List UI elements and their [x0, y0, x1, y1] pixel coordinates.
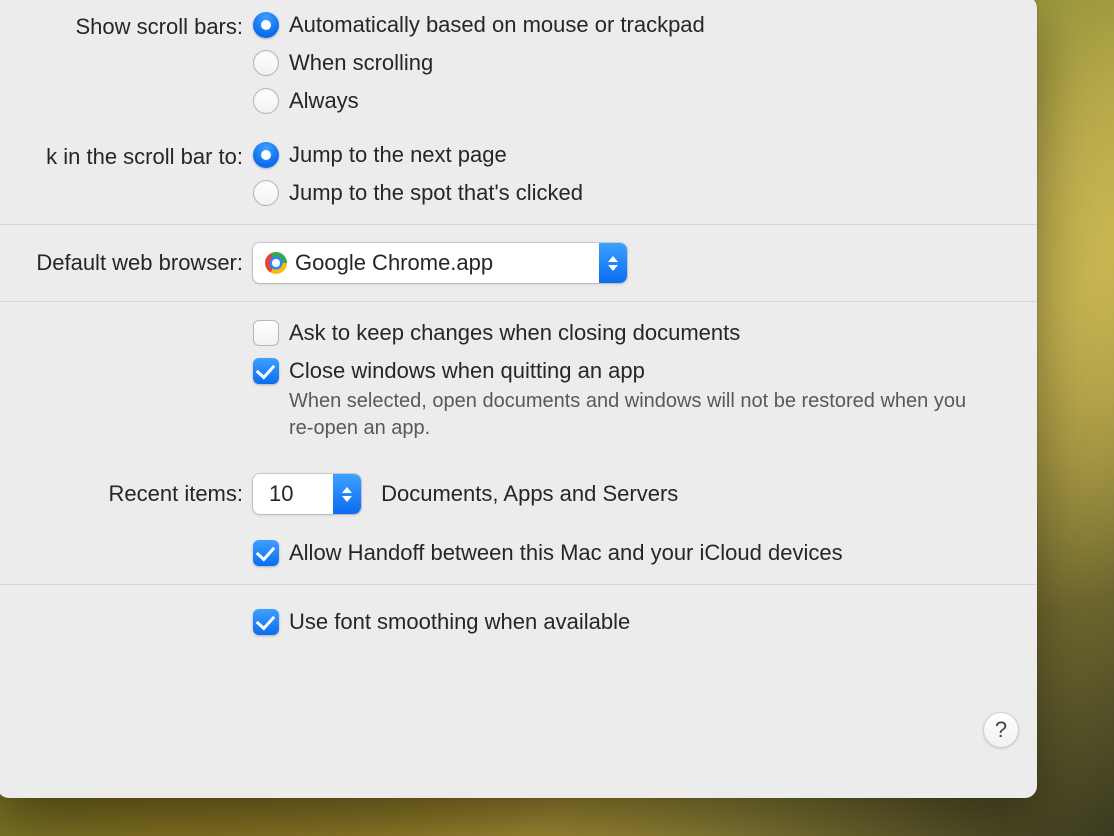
- show-scroll-bars-label: Show scroll bars:: [0, 12, 253, 40]
- font-smoothing-checkbox[interactable]: [253, 609, 279, 635]
- scroll-bars-always-label: Always: [289, 88, 359, 114]
- scroll-bars-always-radio[interactable]: [253, 88, 279, 114]
- default-browser-popup[interactable]: Google Chrome.app: [253, 243, 627, 283]
- default-browser-value: Google Chrome.app: [295, 250, 599, 276]
- click-scroll-next-page-label: Jump to the next page: [289, 142, 507, 168]
- chrome-icon: [265, 252, 287, 274]
- click-scroll-next-page-radio[interactable]: [253, 142, 279, 168]
- font-smoothing-label: Use font smoothing when available: [289, 609, 630, 635]
- default-web-browser-label: Default web browser:: [0, 250, 253, 276]
- stepper-arrows-icon: [333, 474, 361, 514]
- allow-handoff-label: Allow Handoff between this Mac and your …: [289, 540, 843, 566]
- help-icon: ?: [995, 717, 1007, 743]
- ask-keep-changes-label: Ask to keep changes when closing documen…: [289, 320, 740, 346]
- recent-items-stepper[interactable]: 10: [253, 474, 361, 514]
- click-scroll-spot-label: Jump to the spot that's clicked: [289, 180, 583, 206]
- click-scroll-spot-radio[interactable]: [253, 180, 279, 206]
- scroll-bars-when-scrolling-radio[interactable]: [253, 50, 279, 76]
- recent-items-label: Recent items:: [0, 481, 253, 507]
- popup-arrows-icon: [599, 243, 627, 283]
- recent-items-suffix-label: Documents, Apps and Servers: [381, 481, 678, 507]
- close-windows-quitting-description: When selected, open documents and window…: [289, 388, 969, 442]
- help-button[interactable]: ?: [983, 712, 1019, 748]
- close-windows-quitting-checkbox[interactable]: [253, 358, 279, 384]
- ask-keep-changes-checkbox[interactable]: [253, 320, 279, 346]
- click-in-scroll-bar-label: k in the scroll bar to:: [0, 142, 253, 170]
- general-preferences-window: Show scroll bars: Automatically based on…: [0, 0, 1037, 798]
- scroll-bars-when-scrolling-label: When scrolling: [289, 50, 433, 76]
- close-windows-quitting-label: Close windows when quitting an app: [289, 358, 645, 384]
- recent-items-value: 10: [253, 481, 333, 507]
- scroll-bars-auto-label: Automatically based on mouse or trackpad: [289, 12, 705, 38]
- scroll-bars-auto-radio[interactable]: [253, 12, 279, 38]
- allow-handoff-checkbox[interactable]: [253, 540, 279, 566]
